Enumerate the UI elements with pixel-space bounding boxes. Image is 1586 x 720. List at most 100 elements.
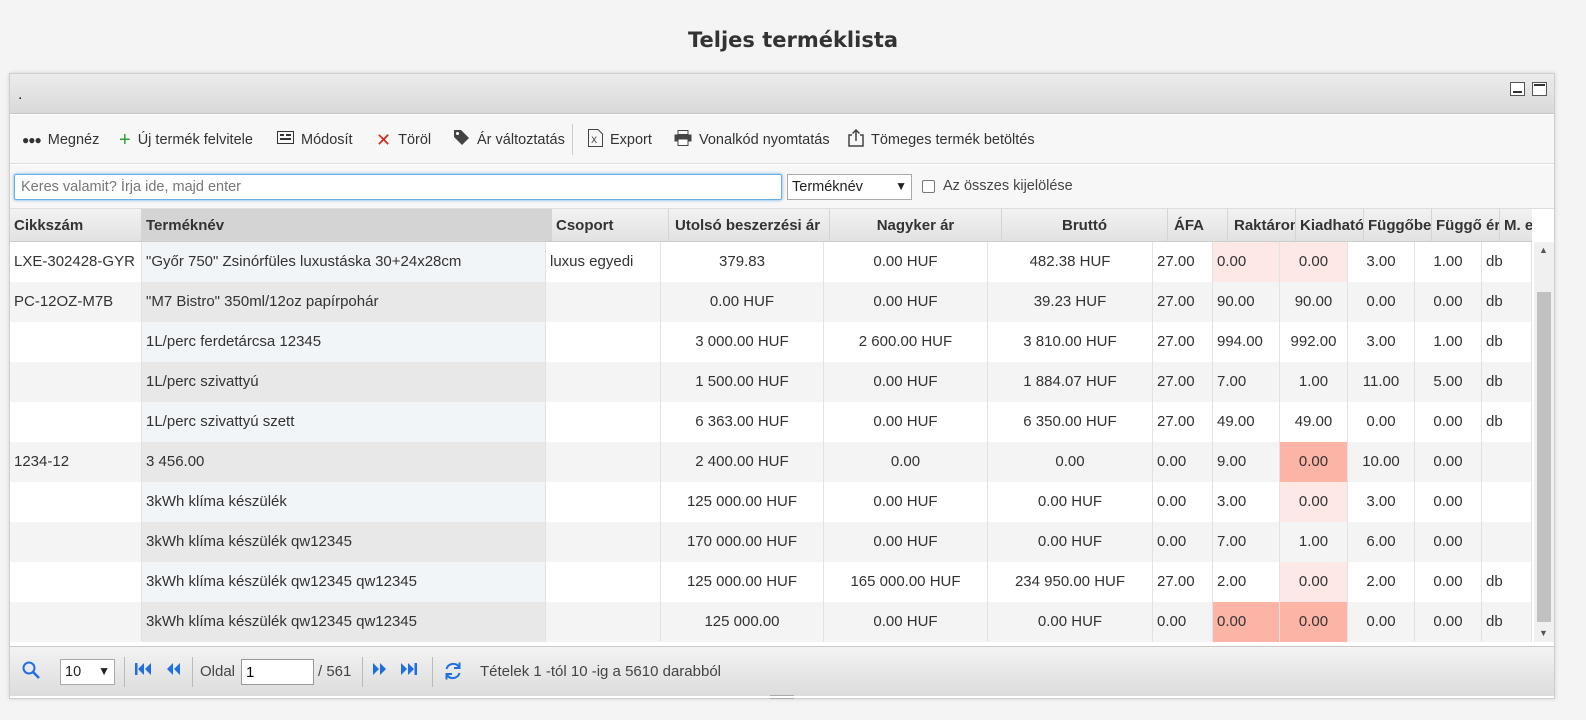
cell-unit: db [1482,402,1532,442]
minimize-icon[interactable] [1510,82,1525,96]
page-number-input[interactable] [241,659,314,685]
next-page-icon[interactable] [372,661,388,682]
cell-vat: 27.00 [1153,362,1213,402]
cell-group [546,442,661,482]
cell-available: 49.00 [1280,402,1348,442]
cell-sku: LXE-302428-GYR [10,242,142,282]
col-header-stock[interactable]: Raktáron [1228,209,1296,241]
cell-unit: db [1482,282,1532,322]
cell-name: 1L/perc ferdetárcsa 12345 [142,322,546,362]
cell-wholesale: 0.00 HUF [824,242,988,282]
page-size-select[interactable]: 10 ▼ [60,659,115,685]
refresh-icon[interactable] [443,661,463,686]
col-header-wholesale[interactable]: Nagyker ár [830,209,1002,241]
cell-vat: 27.00 [1153,242,1213,282]
cell-name: 3kWh klíma készülék qw12345 [142,522,546,562]
price-change-label: Ár változtatás [477,131,565,148]
col-header-purchase[interactable]: Utolsó beszerzési ár [669,209,830,241]
edit-button[interactable]: Módosít [277,115,353,164]
cell-name: 1L/perc szivattyú [142,362,546,402]
vertical-scrollbar[interactable]: ▲ ▼ [1534,242,1554,642]
col-header-name[interactable]: Terméknév [142,209,552,241]
barcode-print-button[interactable]: Vonalkód nyomtatás [674,115,830,164]
price-change-button[interactable]: Ár változtatás [453,115,565,164]
cell-group [546,402,661,442]
table-row[interactable]: 3kWh klíma készülék qw12345 170 000.00 HU… [10,522,1532,562]
col-header-available[interactable]: Kiadható [1296,209,1364,241]
cell-pending-value: 1.00 [1415,242,1482,282]
close-icon: ✕ [376,129,392,150]
cell-pending-value: 0.00 [1415,482,1482,522]
col-header-pending-value[interactable]: Függő ér [1432,209,1500,241]
table-row[interactable]: 1L/perc szivattyú szett 6 363.00 HUF 0.00 … [10,402,1532,442]
cell-wholesale: 0.00 HUF [824,602,988,642]
caret-down-icon: ▼ [895,179,907,193]
grid-header: Cikkszám Terméknév ▲ Csoport Utolsó besz… [10,209,1532,242]
cell-gross: 0.00 [988,442,1153,482]
scrollbar-thumb[interactable] [1537,292,1551,622]
product-list-panel: . ●●● Megnéz + Új termék felvitele Módos… [9,73,1555,699]
col-header-unit[interactable]: M. egy [1500,209,1532,241]
cell-purchase: 170 000.00 HUF [661,522,824,562]
cell-purchase: 3 000.00 HUF [661,322,824,362]
cell-available: 0.00 [1280,602,1348,642]
search-input[interactable] [14,174,782,200]
last-page-icon[interactable] [400,661,418,682]
tag-icon [453,129,470,150]
prev-page-icon[interactable] [165,661,181,682]
view-button[interactable]: ●●● Megnéz [22,115,99,164]
cell-unit [1482,442,1532,482]
add-product-label: Új termék felvitele [137,131,253,148]
pager-summary: Tételek 1 -tól 10 -ig a 5610 darabból [480,663,721,680]
col-header-vat[interactable]: ÁFA [1168,209,1228,241]
scroll-down-icon[interactable]: ▼ [1539,628,1548,638]
export-button[interactable]: X Export [588,115,652,164]
cell-vat: 0.00 [1153,442,1213,482]
edit-form-icon [277,131,294,148]
table-row[interactable]: 3kWh klíma készülék 125 000.00 HUF 0.00 HU… [10,482,1532,522]
cell-vat: 0.00 [1153,482,1213,522]
export-label: Export [610,131,652,148]
cell-stock: 2.00 [1213,562,1280,602]
table-row[interactable]: 1L/perc szivattyú 1 500.00 HUF 0.00 HUF 1 8… [10,362,1532,402]
edit-label: Módosít [301,131,353,148]
resize-handle[interactable] [770,695,794,699]
table-row[interactable]: PC-12OZ-M7B "M7 Bistro" 350ml/12oz papírp… [10,282,1532,322]
select-all-checkbox[interactable] [922,180,935,193]
bulk-import-button[interactable]: Tömeges termék betöltés [848,115,1035,164]
cell-gross: 482.38 HUF [988,242,1153,282]
cell-name: "Győr 750" Zsinórfüles luxustáska 30+24x… [142,242,546,282]
first-page-icon[interactable] [134,661,152,682]
col-header-group[interactable]: Csoport [552,209,669,241]
cell-gross: 3 810.00 HUF [988,322,1153,362]
cell-group [546,362,661,402]
col-header-gross[interactable]: Bruttó [1002,209,1168,241]
cell-purchase: 6 363.00 HUF [661,402,824,442]
cell-wholesale: 2 600.00 HUF [824,322,988,362]
add-product-button[interactable]: + Új termék felvitele [119,115,253,164]
cell-unit: db [1482,322,1532,362]
cell-pending: 3.00 [1348,322,1415,362]
search-icon[interactable] [22,661,40,684]
grid-body: LXE-302428-GYR "Győr 750" Zsinórfüles lux… [10,242,1532,642]
pager-divider [362,657,363,687]
table-row[interactable]: 3kWh klíma készülék qw12345 qw12345 125 0… [10,562,1532,602]
toolbar: ●●● Megnéz + Új termék felvitele Módosít… [10,115,1554,164]
table-row[interactable]: 1L/perc ferdetárcsa 12345 3 000.00 HUF 2 6… [10,322,1532,362]
cell-pending: 3.00 [1348,482,1415,522]
cell-wholesale: 0.00 HUF [824,522,988,562]
cell-pending: 6.00 [1348,522,1415,562]
maximize-icon[interactable] [1532,82,1547,96]
table-row[interactable]: 1234-12 3 456.00 2 400.00 HUF 0.00 0.00 0.00 9… [10,442,1532,482]
col-header-pending[interactable]: Függőbe [1364,209,1432,241]
scroll-up-icon[interactable]: ▲ [1539,245,1548,255]
table-row[interactable]: LXE-302428-GYR "Győr 750" Zsinórfüles lux… [10,242,1532,282]
table-row[interactable]: 3kWh klíma készülék qw12345 qw12345 125 0… [10,602,1532,642]
cell-group [546,562,661,602]
col-header-sku[interactable]: Cikkszám [10,209,142,241]
cell-wholesale: 0.00 HUF [824,482,988,522]
search-field-select[interactable]: Terméknév ▼ [787,174,912,200]
cell-pending: 3.00 [1348,242,1415,282]
delete-button[interactable]: ✕ Töröl [376,115,431,164]
cell-sku [10,482,142,522]
